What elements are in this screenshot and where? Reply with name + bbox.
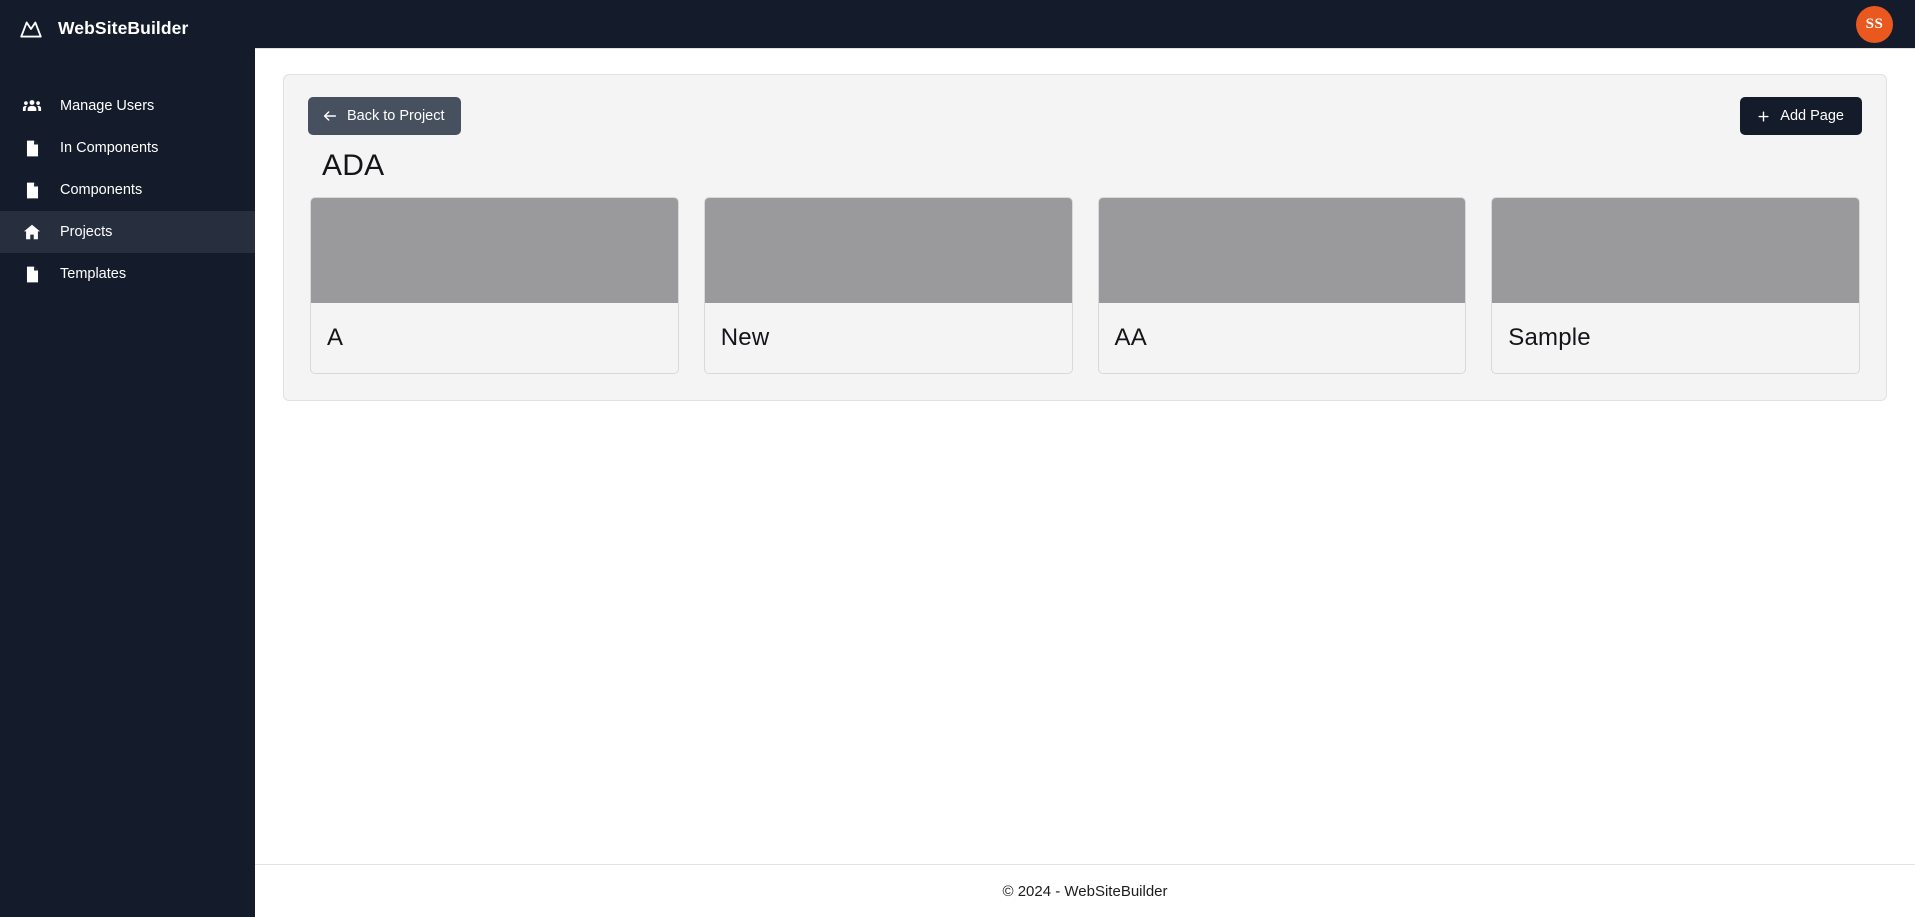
page-card[interactable]: New (703, 197, 1073, 374)
sidebar-item-label: In Components (60, 140, 159, 156)
sidebar-item-label: Manage Users (60, 98, 155, 114)
plus-icon (1756, 109, 1771, 124)
content-area: Back to Project Add Page ADA A New AA Sa… (255, 49, 1915, 917)
sidebar-item-label: Projects (60, 224, 113, 240)
brand-name: WebSiteBuilder (58, 18, 189, 38)
copyright-text: © 2024 - WebSiteBuilder (1002, 882, 1168, 900)
page-card[interactable]: AA (1097, 197, 1467, 374)
add-page-label: Add Page (1780, 108, 1844, 124)
page-card-grid: A New AA Sample (308, 197, 1862, 374)
file-icon (22, 264, 42, 284)
back-to-project-label: Back to Project (347, 108, 445, 124)
page-card-body: A (311, 303, 678, 373)
sidebar-item-in-components[interactable]: In Components (0, 127, 255, 169)
sidebar-item-components[interactable]: Components (0, 169, 255, 211)
file-icon (22, 180, 42, 200)
page-thumbnail (1098, 198, 1466, 303)
page-card-body: AA (1099, 303, 1466, 373)
page-card-body: New (705, 303, 1072, 373)
topbar: SS (255, 0, 1915, 49)
panel-header: Back to Project Add Page (308, 97, 1862, 135)
arrow-left-icon (322, 108, 338, 124)
add-page-button[interactable]: Add Page (1740, 97, 1862, 135)
mountain-logo-icon (18, 16, 44, 42)
page-card-body: Sample (1492, 303, 1859, 373)
page-thumbnail (704, 198, 1072, 303)
sidebar-item-label: Templates (60, 266, 127, 282)
project-pages-panel: Back to Project Add Page ADA A New AA Sa… (283, 74, 1887, 401)
page-card-title: Sample (1508, 324, 1591, 351)
sidebar-nav: Manage Users In Components Components Pr… (0, 85, 255, 295)
page-title: ADA (322, 149, 385, 182)
page-card[interactable]: Sample (1491, 197, 1860, 374)
sidebar-item-projects[interactable]: Projects (0, 211, 255, 253)
app-root: WebSiteBuilder Manage Users In Component… (0, 0, 1915, 917)
file-icon (22, 138, 42, 158)
page-card-title: AA (1114, 324, 1147, 351)
avatar[interactable]: SS (1856, 5, 1893, 43)
sidebar-item-label: Components (60, 182, 143, 198)
footer: © 2024 - WebSiteBuilder (255, 864, 1915, 917)
page-thumbnail (311, 198, 678, 303)
sidebar-item-manage-users[interactable]: Manage Users (0, 85, 255, 127)
page-card-title: New (720, 324, 770, 351)
sidebar: WebSiteBuilder Manage Users In Component… (0, 0, 255, 917)
users-group-icon (22, 96, 42, 116)
brand[interactable]: WebSiteBuilder (0, 0, 255, 57)
back-to-project-button[interactable]: Back to Project (308, 97, 461, 135)
sidebar-item-templates[interactable]: Templates (0, 253, 255, 295)
page-card[interactable]: A (310, 197, 679, 374)
home-icon (22, 222, 42, 242)
page-thumbnail (1492, 198, 1859, 303)
page-card-title: A (327, 324, 344, 351)
main-column: SS Back to Project Add Page ADA A New AA… (255, 0, 1915, 917)
